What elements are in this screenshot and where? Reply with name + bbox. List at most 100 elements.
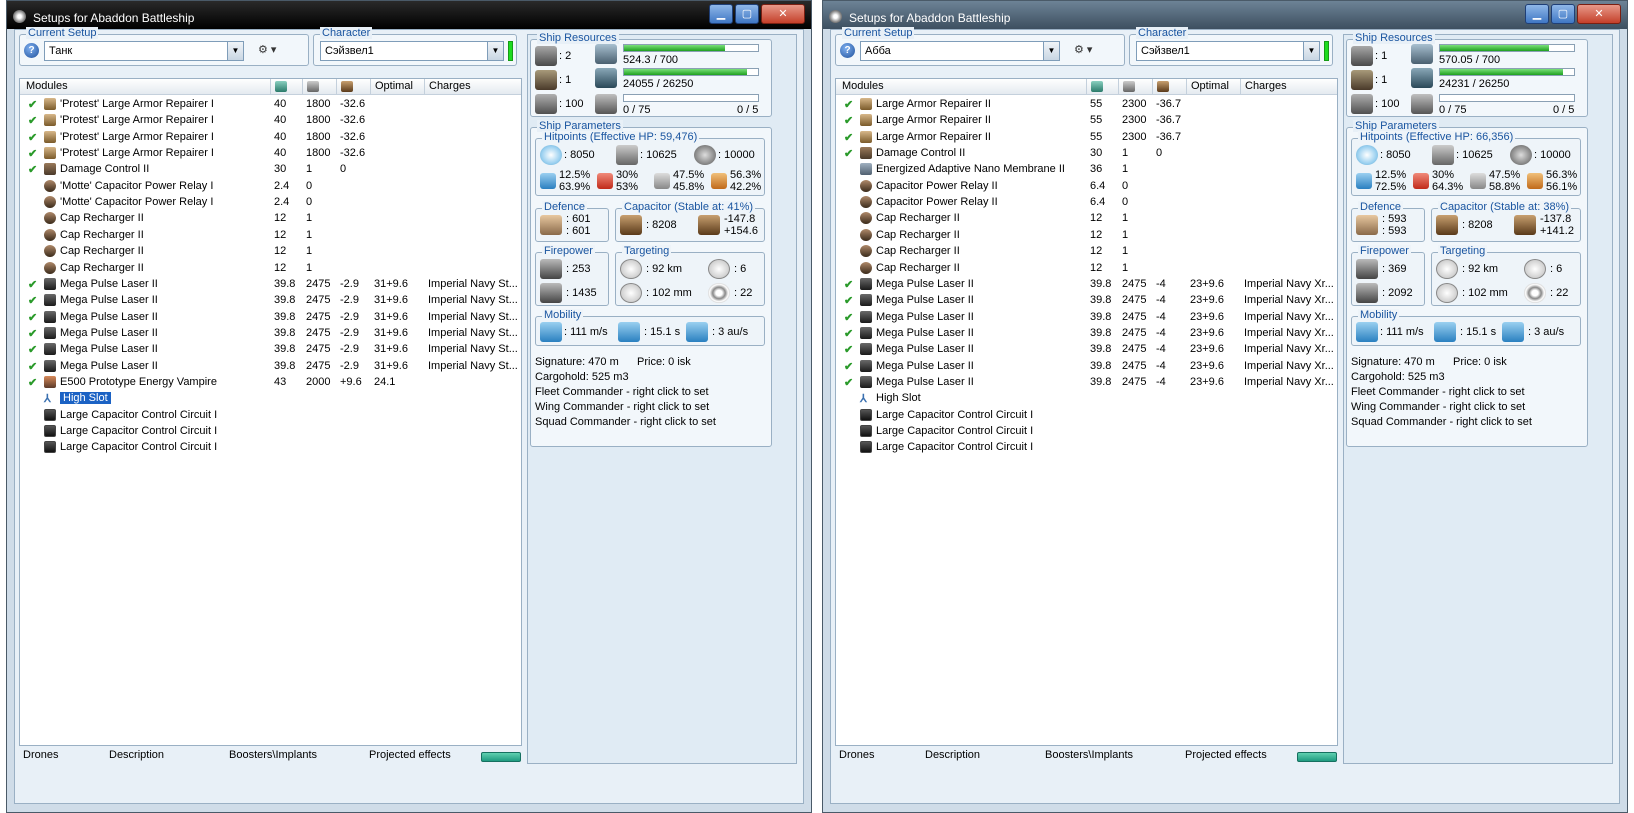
- module-row[interactable]: Energized Adaptive Nano Membrane II 36 1: [836, 161, 1337, 177]
- squad-commander-link[interactable]: Squad Commander - right click to set: [1351, 416, 1532, 428]
- title-bar[interactable]: Setups for Abaddon Battleship ▁ ▢ ✕: [7, 1, 811, 29]
- module-row[interactable]: ✔ E500 Prototype Energy Vampire 43 2000 +9.6…: [20, 374, 521, 390]
- module-name[interactable]: Cap Recharger II: [876, 262, 960, 274]
- module-name[interactable]: Large Armor Repairer II: [876, 131, 991, 143]
- module-row[interactable]: ✔ Damage Control II 30 1 0: [836, 145, 1337, 161]
- module-name[interactable]: Capacitor Power Relay II: [876, 196, 998, 208]
- module-row[interactable]: ⅄ High Slot: [836, 390, 1337, 406]
- projected-effects-toggle[interactable]: [481, 752, 521, 762]
- module-row[interactable]: Large Capacitor Control Circuit I: [20, 439, 521, 455]
- modules-column-header[interactable]: Modules: [842, 80, 884, 92]
- cpu-column-icon[interactable]: [1118, 79, 1135, 94]
- character-select[interactable]: Сэйзвел1 ▼: [320, 41, 504, 61]
- module-name[interactable]: Mega Pulse Laser II: [60, 278, 158, 290]
- optimal-column-header[interactable]: Optimal: [1186, 79, 1229, 94]
- module-name[interactable]: Cap Recharger II: [876, 212, 960, 224]
- module-row[interactable]: Cap Recharger II 12 1: [20, 260, 521, 276]
- module-name[interactable]: Large Capacitor Control Circuit I: [60, 425, 217, 437]
- module-name[interactable]: Cap Recharger II: [876, 229, 960, 241]
- module-name[interactable]: Damage Control II: [876, 147, 965, 159]
- module-row[interactable]: Cap Recharger II 12 1: [836, 227, 1337, 243]
- powergrid-column-icon[interactable]: [1086, 79, 1103, 94]
- setup-select[interactable]: Танк ▼: [44, 41, 244, 61]
- tools-menu-button[interactable]: ⚙ ▾: [1074, 43, 1104, 61]
- wing-commander-link[interactable]: Wing Commander - right click to set: [535, 401, 709, 413]
- module-name[interactable]: 'Protest' Large Armor Repairer I: [60, 98, 214, 110]
- tab-description[interactable]: Description: [109, 749, 164, 761]
- module-name[interactable]: Mega Pulse Laser II: [876, 327, 974, 339]
- module-name[interactable]: Cap Recharger II: [60, 212, 144, 224]
- module-name[interactable]: Mega Pulse Laser II: [60, 311, 158, 323]
- projected-effects-toggle[interactable]: [1297, 752, 1337, 762]
- character-select[interactable]: Сэйзвел1 ▼: [1136, 41, 1320, 61]
- module-name[interactable]: Large Capacitor Control Circuit I: [876, 441, 1033, 453]
- module-row[interactable]: Capacitor Power Relay II 6.4 0: [836, 194, 1337, 210]
- module-row[interactable]: ✔ 'Protest' Large Armor Repairer I 40 1800-…: [20, 129, 521, 145]
- module-row[interactable]: Cap Recharger II 12 1: [836, 210, 1337, 226]
- fleet-commander-link[interactable]: Fleet Commander - right click to set: [535, 386, 709, 398]
- module-name[interactable]: Large Armor Repairer II: [876, 98, 991, 110]
- module-name[interactable]: Mega Pulse Laser II: [876, 278, 974, 290]
- powergrid-column-icon[interactable]: [270, 79, 287, 94]
- module-name[interactable]: E500 Prototype Energy Vampire: [60, 376, 217, 388]
- module-row[interactable]: ✔ 'Protest' Large Armor Repairer I 40 1800-…: [20, 96, 521, 112]
- module-row[interactable]: Cap Recharger II 12 1: [20, 227, 521, 243]
- fleet-commander-link[interactable]: Fleet Commander - right click to set: [1351, 386, 1525, 398]
- tab-boosters-implants[interactable]: Boosters\Implants: [1045, 749, 1133, 761]
- capacitor-column-icon[interactable]: [336, 79, 353, 94]
- module-name[interactable]: Cap Recharger II: [60, 245, 144, 257]
- module-row[interactable]: Cap Recharger II 12 1: [20, 243, 521, 259]
- module-name[interactable]: Large Capacitor Control Circuit I: [876, 425, 1033, 437]
- module-row[interactable]: ✔ Damage Control II 30 1 0: [20, 161, 521, 177]
- module-row[interactable]: ✔ Mega Pulse Laser II 39.8 2475 -4 23+9.6 Impe…: [836, 358, 1337, 374]
- maximize-button[interactable]: ▢: [1551, 4, 1575, 24]
- module-row[interactable]: ✔ Mega Pulse Laser II 39.8 2475 -2.9 31+9.6 Im…: [20, 325, 521, 341]
- maximize-button[interactable]: ▢: [735, 4, 759, 24]
- module-row[interactable]: ✔ Mega Pulse Laser II 39.8 2475 -2.9 31+9.6 Im…: [20, 341, 521, 357]
- module-row[interactable]: ✔ Large Armor Repairer II 55 2300 -36.7: [836, 112, 1337, 128]
- optimal-column-header[interactable]: Optimal: [370, 79, 413, 94]
- module-name[interactable]: Damage Control II: [60, 163, 149, 175]
- module-name[interactable]: Large Capacitor Control Circuit I: [876, 409, 1033, 421]
- module-row[interactable]: ✔ Mega Pulse Laser II 39.8 2475 -2.9 31+9.6 Im…: [20, 292, 521, 308]
- module-row[interactable]: ✔ Mega Pulse Laser II 39.8 2475 -2.9 31+9.6 Im…: [20, 276, 521, 292]
- module-name[interactable]: Mega Pulse Laser II: [876, 311, 974, 323]
- module-row[interactable]: ✔ Mega Pulse Laser II 39.8 2475 -4 23+9.6 Impe…: [836, 309, 1337, 325]
- tab-drones[interactable]: Drones: [23, 749, 58, 761]
- tools-menu-button[interactable]: ⚙ ▾: [258, 43, 288, 61]
- module-row[interactable]: ✔ Mega Pulse Laser II 39.8 2475 -4 23+9.6 Impe…: [836, 374, 1337, 390]
- wing-commander-link[interactable]: Wing Commander - right click to set: [1351, 401, 1525, 413]
- module-name[interactable]: High Slot: [60, 392, 111, 405]
- close-button[interactable]: ✕: [761, 4, 805, 24]
- module-row[interactable]: Cap Recharger II 12 1: [836, 260, 1337, 276]
- charges-column-header[interactable]: Charges: [424, 79, 471, 94]
- help-icon[interactable]: ?: [840, 43, 855, 58]
- module-row[interactable]: ⅄ High Slot: [20, 390, 521, 406]
- cpu-column-icon[interactable]: [302, 79, 319, 94]
- minimize-button[interactable]: ▁: [1525, 4, 1549, 24]
- module-row[interactable]: Large Capacitor Control Circuit I: [836, 407, 1337, 423]
- tab-description[interactable]: Description: [925, 749, 980, 761]
- module-row[interactable]: Large Capacitor Control Circuit I: [20, 423, 521, 439]
- module-row[interactable]: ✔ 'Protest' Large Armor Repairer I 40 1800-…: [20, 145, 521, 161]
- minimize-button[interactable]: ▁: [709, 4, 733, 24]
- chevron-down-icon[interactable]: ▼: [1043, 42, 1059, 60]
- module-name[interactable]: Cap Recharger II: [876, 245, 960, 257]
- setup-select[interactable]: Абба ▼: [860, 41, 1060, 61]
- chevron-down-icon[interactable]: ▼: [487, 42, 503, 60]
- module-name[interactable]: 'Motte' Capacitor Power Relay I: [60, 196, 213, 208]
- module-row[interactable]: ✔ Mega Pulse Laser II 39.8 2475 -4 23+9.6 Impe…: [836, 276, 1337, 292]
- charges-column-header[interactable]: Charges: [1240, 79, 1287, 94]
- module-row[interactable]: Cap Recharger II 12 1: [836, 243, 1337, 259]
- module-name[interactable]: Mega Pulse Laser II: [60, 360, 158, 372]
- module-row[interactable]: ✔ Large Armor Repairer II 55 2300 -36.7: [836, 129, 1337, 145]
- tab-boosters-implants[interactable]: Boosters\Implants: [229, 749, 317, 761]
- tab-projected-effects[interactable]: Projected effects: [369, 749, 451, 761]
- module-row[interactable]: Cap Recharger II 12 1: [20, 210, 521, 226]
- chevron-down-icon[interactable]: ▼: [1303, 42, 1319, 60]
- module-name[interactable]: Cap Recharger II: [60, 229, 144, 241]
- module-row[interactable]: 'Motte' Capacitor Power Relay I 2.4 0: [20, 178, 521, 194]
- module-name[interactable]: Mega Pulse Laser II: [60, 327, 158, 339]
- module-row[interactable]: ✔ Mega Pulse Laser II 39.8 2475 -4 23+9.6 Impe…: [836, 292, 1337, 308]
- module-name[interactable]: 'Protest' Large Armor Repairer I: [60, 131, 214, 143]
